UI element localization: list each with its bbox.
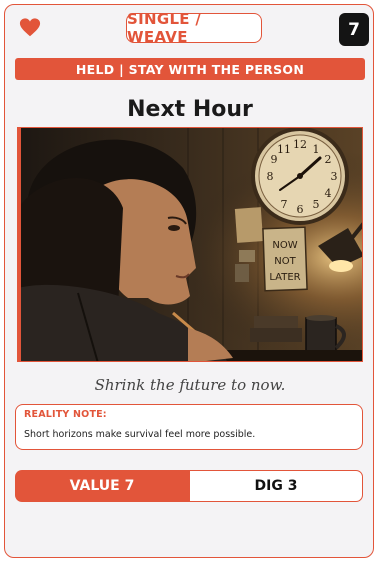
clock-numeral: 1 bbox=[313, 143, 320, 156]
clock-illustration: 11 12 1 2 3 4 5 6 7 8 9 bbox=[251, 128, 349, 225]
clock-numeral: 3 bbox=[331, 170, 338, 183]
illustration-accent bbox=[17, 127, 21, 362]
sign-line: NOT bbox=[274, 256, 296, 267]
clock-numeral: 5 bbox=[313, 198, 320, 211]
sign-line: NOW bbox=[272, 240, 297, 251]
clock-numeral: 7 bbox=[281, 198, 288, 211]
value-stat[interactable]: VALUE 7 bbox=[15, 470, 189, 502]
card-banner: HELD | STAY WITH THE PERSON bbox=[15, 58, 365, 80]
game-card[interactable]: SINGLE / WEAVE 7 HELD | STAY WITH THE PE… bbox=[4, 4, 374, 558]
clock-numeral: 12 bbox=[293, 138, 307, 151]
clock-numeral: 4 bbox=[325, 187, 332, 200]
card-title: Next Hour bbox=[127, 97, 253, 122]
clock-numeral: 8 bbox=[267, 170, 274, 183]
dig-stat[interactable]: DIG 3 bbox=[189, 470, 363, 502]
reality-note-text: Short horizons make survival feel more p… bbox=[24, 429, 256, 440]
clock-numeral: 2 bbox=[325, 153, 332, 166]
reality-note-label: REALITY NOTE: bbox=[24, 409, 107, 420]
card-illustration: 11 12 1 2 3 4 5 6 7 8 9 NOW NOT LATER bbox=[17, 127, 363, 362]
cost-badge: 7 bbox=[339, 13, 369, 46]
clock-numeral: 6 bbox=[297, 203, 304, 216]
reality-note: REALITY NOTE: Short horizons make surviv… bbox=[15, 404, 363, 450]
clock-numeral: 11 bbox=[277, 143, 291, 156]
flavor-quote: Shrink the future to now. bbox=[94, 376, 286, 394]
sign-line: LATER bbox=[269, 272, 300, 283]
card-type-label: SINGLE / WEAVE bbox=[126, 10, 262, 46]
now-not-later-sign: NOW NOT LATER bbox=[262, 226, 308, 292]
heart-icon bbox=[19, 18, 41, 37]
clock-numeral: 9 bbox=[271, 153, 278, 166]
